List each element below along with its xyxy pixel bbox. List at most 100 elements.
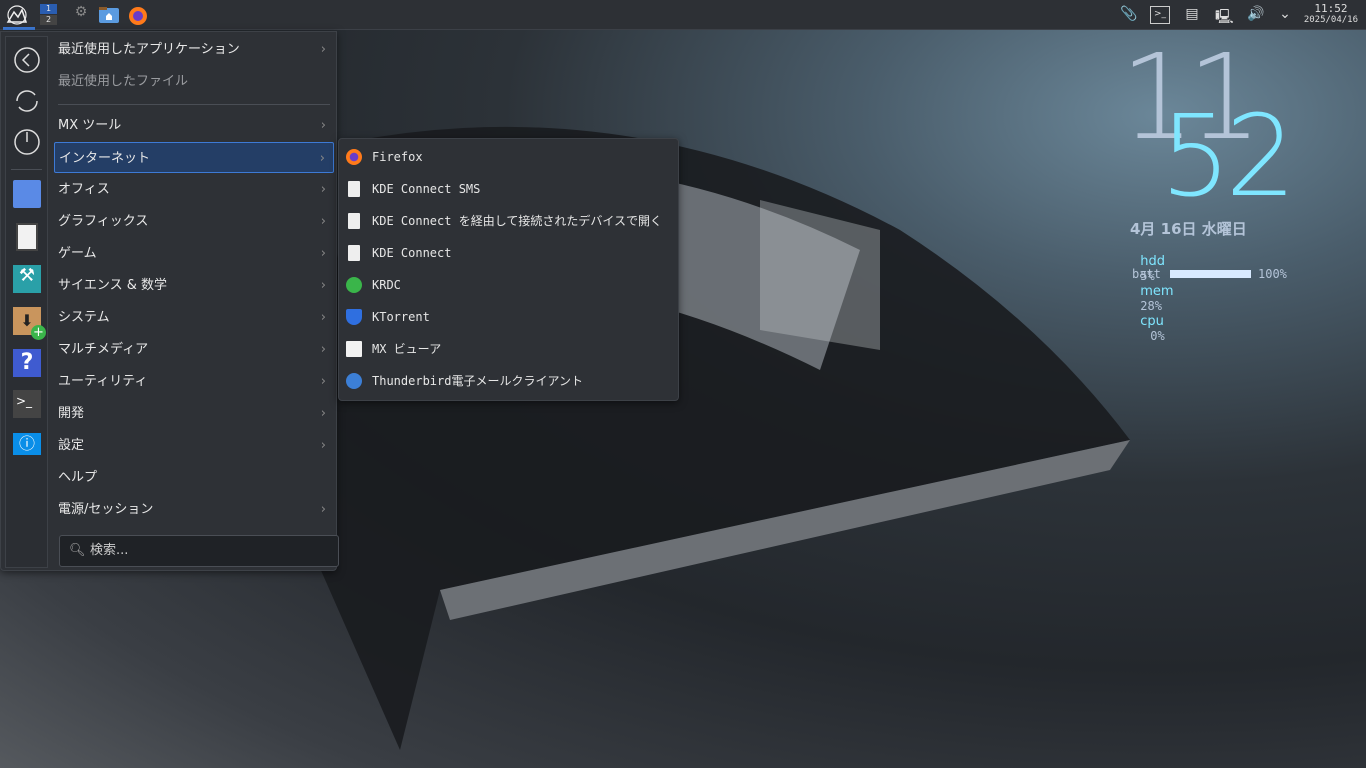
- refresh-icon[interactable]: [13, 87, 41, 115]
- package-installer-icon[interactable]: ⬇ +: [13, 307, 46, 340]
- menu-item[interactable]: 最近使用したアプリケーション ›: [54, 34, 334, 65]
- chevron-right-icon: ›: [320, 182, 326, 197]
- application-menu: ⚒ ⬇ + ? >_ ⓘ 最近使用したアプリケーション › 最近使用したファイル MX …: [0, 31, 339, 571]
- workspace-pager[interactable]: 1 2: [40, 4, 57, 25]
- chevron-right-icon: ›: [320, 310, 326, 325]
- menu-item[interactable]: グラフィックス ›: [54, 206, 334, 237]
- plus-badge-icon: +: [31, 325, 46, 340]
- krdc-icon: [346, 277, 362, 293]
- menu-item[interactable]: ヘルプ: [54, 462, 334, 493]
- menu-item[interactable]: 開発 ›: [54, 398, 334, 429]
- chevron-right-icon: ›: [320, 342, 326, 357]
- chevron-right-icon: ›: [320, 118, 326, 133]
- menu-item[interactable]: サイエンス & 数学 ›: [54, 270, 334, 301]
- workspace-2[interactable]: 2: [40, 15, 57, 25]
- help-icon[interactable]: ?: [13, 349, 41, 377]
- menu-item-label: ゲーム: [58, 246, 97, 261]
- ktorrent-icon: [346, 309, 362, 325]
- chevron-down-icon[interactable]: ⌄: [1276, 6, 1294, 24]
- menu-item-label: 開発: [58, 406, 85, 421]
- submenu-item-label: KTorrent: [372, 310, 430, 324]
- chevron-right-icon: ›: [320, 42, 326, 57]
- cpu-value: 0%: [1150, 329, 1165, 343]
- menu-item-label: ユーティリティ: [58, 374, 148, 389]
- chevron-right-icon: ›: [320, 374, 326, 389]
- chevron-right-icon: ›: [320, 438, 326, 453]
- back-icon[interactable]: [13, 46, 41, 74]
- battery-bar: [1170, 270, 1251, 278]
- submenu-item[interactable]: KDE Connect: [343, 238, 676, 269]
- file-manager-icon[interactable]: [13, 180, 41, 208]
- menu-item[interactable]: システム ›: [54, 302, 334, 333]
- submenu-item[interactable]: Firefox: [343, 142, 676, 173]
- mx-menu-icon[interactable]: [6, 4, 28, 26]
- tools-icon[interactable]: ⚒: [13, 265, 41, 293]
- terminal-icon[interactable]: >_: [1150, 6, 1170, 24]
- menu-item[interactable]: マルチメディア ›: [54, 334, 334, 365]
- submenu-item[interactable]: KDE Connect SMS: [343, 174, 676, 205]
- submenu-item-label: KDE Connect: [372, 246, 452, 260]
- settings-gear-icon[interactable]: ⚙: [70, 4, 92, 26]
- sidebar-divider: [11, 169, 42, 170]
- menu-item-label: グラフィックス: [58, 214, 149, 229]
- chevron-right-icon: ›: [320, 278, 326, 293]
- submenu-item[interactable]: MX ビューア: [343, 334, 676, 365]
- chevron-right-icon: ›: [320, 502, 326, 517]
- menu-item-label: オフィス: [58, 182, 110, 197]
- batt-value: 100%: [1258, 267, 1287, 281]
- submenu-item[interactable]: KRDC: [343, 270, 676, 301]
- conky-widget: 11 52 4月 16日 水曜日 hdd 5% mem 28% cpu 0% b…: [1120, 28, 1366, 343]
- volume-icon[interactable]: 🔊: [1247, 6, 1265, 24]
- submenu-item[interactable]: Thunderbird電子メールクライアント: [343, 366, 676, 397]
- home-folder-icon[interactable]: [98, 4, 120, 26]
- menu-item-label: システム: [58, 310, 110, 325]
- cpu-label: cpu: [1140, 314, 1164, 329]
- menu-item[interactable]: ユーティリティ ›: [54, 366, 334, 397]
- kdeconnect-icon: [348, 213, 360, 229]
- active-indicator: [3, 27, 35, 30]
- menu-item-label: MX ツール: [58, 118, 122, 133]
- menu-item-label: 設定: [58, 438, 85, 453]
- conky-minute: 52: [1160, 92, 1296, 222]
- menu-item-label: 最近使用したファイル: [58, 74, 189, 89]
- power-icon[interactable]: [13, 128, 41, 156]
- menu-item[interactable]: 最近使用したファイル: [54, 66, 334, 97]
- terminal-app-icon[interactable]: >_: [13, 390, 41, 418]
- menu-separator: [58, 104, 330, 105]
- menu-item[interactable]: 設定 ›: [54, 430, 334, 461]
- thunderbird-icon: [346, 373, 362, 389]
- search-input[interactable]: 🔍︎ 検索...: [59, 535, 339, 567]
- submenu-item[interactable]: KDE Connect を経由して接続されたデバイスで開く: [343, 206, 676, 237]
- menu-item[interactable]: MX ツール ›: [54, 110, 334, 141]
- chevron-right-icon: ›: [320, 246, 326, 261]
- network-icon[interactable]: 🖳: [1215, 6, 1234, 25]
- taskbar: 1 2 ⚙ 📎 >_ ▤ 🖳 🔊 ⌄ 11:52 2025/04/16: [0, 0, 1366, 30]
- clipboard-paperclip-icon[interactable]: 📎: [1120, 6, 1138, 24]
- document-icon[interactable]: [16, 223, 38, 251]
- conky-stats: hdd 5% mem 28% cpu 0%: [1132, 239, 1174, 359]
- workspace-1[interactable]: 1: [40, 4, 57, 14]
- system-info-icon[interactable]: ⓘ: [13, 433, 41, 455]
- submenu-item-label: KDE Connect SMS: [372, 182, 481, 196]
- clock-date: 2025/04/16: [1303, 15, 1358, 25]
- search-placeholder: 検索...: [90, 543, 129, 558]
- kdeconnect-icon: [348, 245, 360, 261]
- taskbar-clock[interactable]: 11:52 2025/04/16: [1304, 3, 1358, 26]
- menu-item[interactable]: 電源/セッション ›: [54, 494, 334, 525]
- mem-label: mem: [1140, 284, 1174, 299]
- submenu-item[interactable]: KTorrent: [343, 302, 676, 333]
- mem-value: 28%: [1140, 299, 1162, 313]
- menu-item-label: インターネット: [59, 151, 151, 166]
- clipboard-icon[interactable]: ▤: [1183, 6, 1201, 24]
- menu-item[interactable]: オフィス ›: [54, 174, 334, 205]
- menu-item[interactable]: ゲーム ›: [54, 238, 334, 269]
- menu-item[interactable]: インターネット ›: [54, 142, 334, 173]
- submenu-item-label: KRDC: [372, 278, 401, 292]
- firefox-icon: [346, 149, 362, 165]
- menu-item-label: 電源/セッション: [58, 502, 154, 517]
- menu-item-label: マルチメディア: [58, 342, 149, 357]
- submenu-item-label: KDE Connect を経由して接続されたデバイスで開く: [372, 214, 662, 228]
- firefox-icon[interactable]: [127, 4, 149, 26]
- submenu-item-label: MX ビューア: [372, 342, 442, 356]
- internet-submenu: Firefox KDE Connect SMS KDE Connect を経由して接…: [338, 138, 679, 401]
